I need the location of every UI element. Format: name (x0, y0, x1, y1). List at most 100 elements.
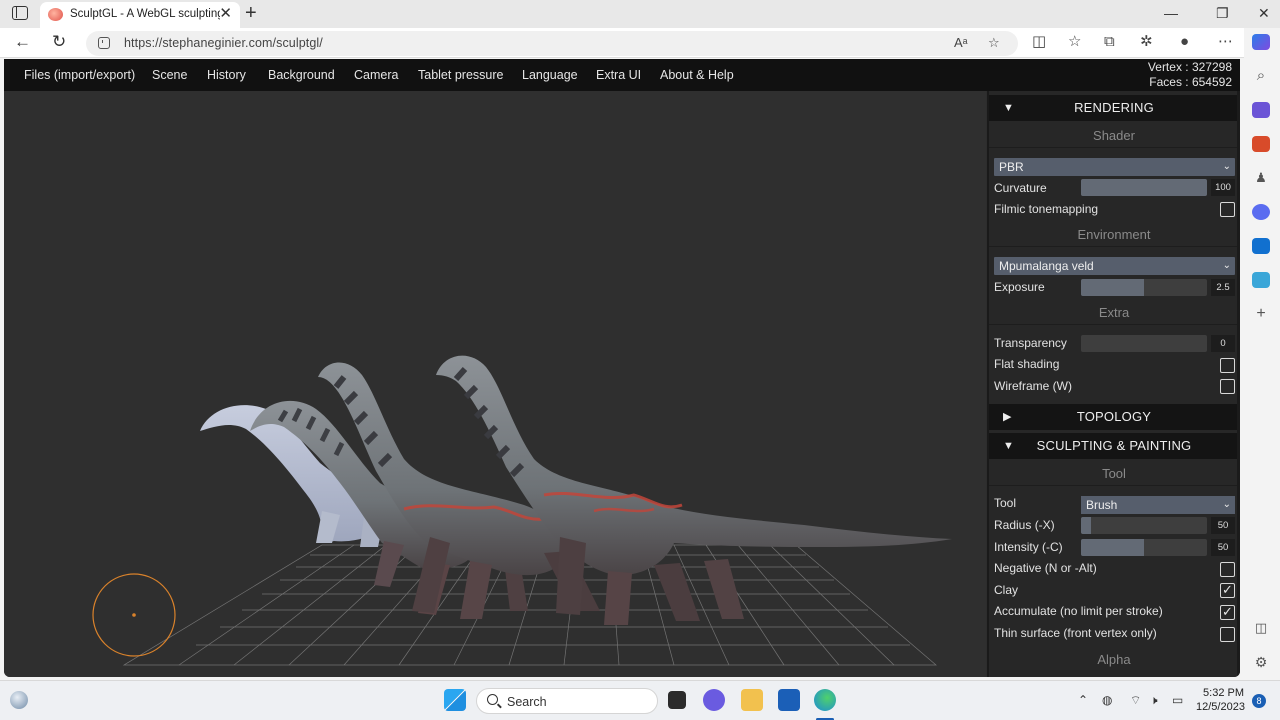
search-icon[interactable]: ⌕ (1252, 68, 1270, 84)
microsoft-store-icon[interactable] (778, 689, 800, 711)
collections-icon[interactable]: ⧉ (1104, 33, 1115, 51)
browser-tab-active[interactable]: SculptGL - A WebGL sculpting app ✕ (40, 2, 240, 28)
refresh-icon[interactable]: ↻ (52, 32, 66, 52)
read-aloud-icon[interactable]: Aᵃ (954, 35, 968, 50)
intensity-value[interactable]: 50 (1211, 539, 1235, 556)
task-view-icon[interactable] (668, 691, 686, 709)
exposure-slider-fill (1081, 279, 1144, 296)
add-sidebar-icon[interactable]: + (1252, 306, 1270, 322)
negative-label: Negative (N or -Alt) (994, 561, 1097, 575)
radius-value[interactable]: 50 (1211, 517, 1235, 534)
minimize-button[interactable]: — (1164, 4, 1178, 22)
weather-icon[interactable] (10, 691, 28, 709)
tag-icon[interactable] (1252, 102, 1270, 118)
sculptgl-app: Files (import/export) Scene History Back… (4, 59, 1240, 677)
folder-rendering[interactable]: ▼ RENDERING (989, 95, 1239, 121)
transparency-label: Transparency (994, 336, 1067, 350)
copilot-icon[interactable] (1252, 34, 1270, 50)
curvature-slider[interactable] (1081, 179, 1207, 196)
environment-select[interactable]: Mpumalanga veld ⌄ (994, 257, 1235, 275)
taskbar-clock[interactable]: 5:32 PM 12/5/2023 (1196, 686, 1245, 714)
tool-select-value: Brush (1086, 498, 1118, 512)
close-window-button[interactable]: ✕ (1258, 4, 1270, 22)
edge-browser-icon[interactable] (814, 689, 836, 711)
clock-date: 12/5/2023 (1196, 701, 1245, 713)
menu-files[interactable]: Files (import/export) (24, 68, 135, 82)
sidebar-layout-icon[interactable]: ◫ (1252, 620, 1270, 636)
menu-history[interactable]: History (207, 68, 246, 82)
outlook-icon[interactable] (1252, 238, 1270, 254)
menu-background[interactable]: Background (268, 68, 335, 82)
tab-close-icon[interactable]: ✕ (219, 6, 232, 22)
shader-header: Shader (989, 124, 1239, 148)
network-status-icon[interactable]: ◍ (1102, 693, 1112, 707)
menu-extra-ui[interactable]: Extra UI (596, 68, 641, 82)
lock-icon[interactable] (98, 37, 110, 49)
games-icon[interactable]: ♟ (1252, 170, 1270, 186)
panel-scrollbar[interactable] (1237, 91, 1240, 677)
new-tab-button[interactable]: + (245, 1, 257, 25)
favorite-star-icon[interactable]: ☆ (988, 35, 1000, 51)
menu-tablet-pressure[interactable]: Tablet pressure (418, 68, 503, 82)
chevron-down-icon: ⌄ (1222, 499, 1231, 510)
intensity-slider[interactable] (1081, 539, 1207, 556)
profile-icon[interactable]: ● (1180, 33, 1189, 51)
shader-select-value: PBR (999, 160, 1024, 174)
windows-start-icon[interactable] (444, 689, 466, 711)
radius-label: Radius (-X) (994, 518, 1055, 532)
wireframe-checkbox[interactable] (1220, 379, 1235, 394)
menu-camera[interactable]: Camera (354, 68, 398, 82)
radius-slider[interactable] (1081, 517, 1207, 534)
menu-scene[interactable]: Scene (152, 68, 187, 82)
microsoft365-icon[interactable] (1252, 204, 1270, 220)
tab-actions-icon[interactable] (12, 6, 28, 20)
favorites-icon[interactable]: ☆ (1068, 33, 1081, 51)
transparency-value[interactable]: 0 (1211, 335, 1235, 352)
url-text[interactable]: https://stephaneginier.com/sculptgl/ (124, 36, 323, 50)
more-options-icon[interactable]: ⋯ (1218, 33, 1233, 51)
notification-badge[interactable]: 8 (1252, 694, 1266, 708)
3d-viewport[interactable] (4, 91, 986, 677)
filmic-checkbox[interactable] (1220, 202, 1235, 217)
tray-overflow-icon[interactable]: ⌃ (1078, 693, 1088, 707)
thin-surface-checkbox[interactable] (1220, 627, 1235, 642)
taskbar-search[interactable]: Search (476, 688, 658, 714)
intensity-slider-fill (1081, 539, 1144, 556)
filmic-label: Filmic tonemapping (994, 202, 1099, 216)
url-field[interactable]: https://stephaneginier.com/sculptgl/ Aᵃ … (86, 31, 1018, 56)
drop-icon[interactable] (1252, 272, 1270, 288)
curvature-value[interactable]: 100 (1211, 179, 1235, 196)
split-screen-icon[interactable]: ◫ (1032, 33, 1046, 51)
file-explorer-icon[interactable] (741, 689, 763, 711)
menu-language[interactable]: Language (522, 68, 578, 82)
shader-select[interactable]: PBR ⌄ (994, 158, 1235, 176)
folder-open-arrow-icon: ▼ (1003, 440, 1015, 452)
taskbar-search-label: Search (507, 695, 547, 709)
battery-icon[interactable]: ▭ (1172, 693, 1183, 707)
maximize-button[interactable]: ❐ (1216, 4, 1229, 22)
teams-chat-icon[interactable] (703, 689, 725, 711)
folder-topology[interactable]: ▶ TOPOLOGY (989, 404, 1239, 430)
folder-sculpting-painting[interactable]: ▼ SCULPTING & PAINTING (989, 433, 1239, 459)
clay-label: Clay (994, 583, 1019, 597)
flat-shading-label: Flat shading (994, 357, 1060, 371)
negative-checkbox[interactable] (1220, 562, 1235, 577)
accumulate-checkbox[interactable]: ✓ (1220, 605, 1235, 620)
volume-muted-icon[interactable]: 🕨 (1150, 693, 1158, 708)
exposure-value[interactable]: 2.5 (1211, 279, 1235, 296)
sculptgl-menubar: Files (import/export) Scene History Back… (4, 59, 1240, 91)
exposure-slider[interactable] (1081, 279, 1207, 296)
wifi-icon[interactable]: ⌔ (1130, 693, 1141, 708)
transparency-slider[interactable] (1081, 335, 1207, 352)
accumulate-label: Accumulate (no limit per stroke) (994, 604, 1163, 618)
thin-surface-label: Thin surface (front vertex only) (994, 626, 1157, 640)
menu-about-help[interactable]: About & Help (660, 68, 734, 82)
extensions-icon[interactable]: ✲ (1140, 33, 1153, 51)
clay-checkbox[interactable]: ✓ (1220, 583, 1235, 598)
environment-header: Environment (989, 223, 1239, 247)
sidebar-settings-icon[interactable]: ⚙ (1252, 654, 1270, 670)
back-arrow-icon[interactable]: ← (14, 32, 31, 52)
flat-shading-checkbox[interactable] (1220, 358, 1235, 373)
tools-icon[interactable] (1252, 136, 1270, 152)
tool-select[interactable]: Brush ⌄ (1081, 496, 1235, 514)
